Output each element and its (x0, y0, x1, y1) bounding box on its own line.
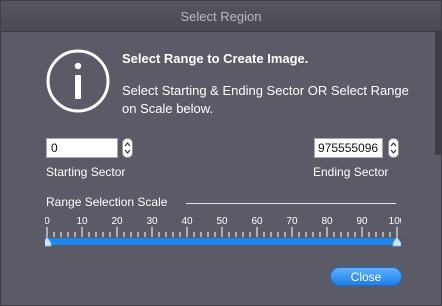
select-region-dialog: Select Region Select Range to Create Ima… (0, 0, 442, 306)
dialog-heading: Select Range to Create Image. (122, 51, 309, 66)
starting-sector-input[interactable]: 0 (46, 138, 118, 158)
close-button[interactable]: Close (330, 267, 402, 286)
ending-sector-label: Ending Sector (313, 165, 389, 179)
scale-tick-label: 20 (111, 216, 123, 227)
scale-divider (186, 203, 396, 204)
ending-sector-stepper[interactable] (388, 138, 399, 158)
starting-sector-stepper[interactable] (122, 138, 133, 158)
window-title: Select Region (180, 9, 262, 24)
scale-tick-label: 90 (356, 216, 368, 227)
scale-tick-label: 30 (146, 216, 158, 227)
scale-tick-label: 60 (251, 216, 263, 227)
scale-tick-label: 0 (45, 216, 50, 227)
dialog-description: Select Starting & Ending Sector OR Selec… (122, 83, 409, 116)
scale-tick-label: 70 (286, 216, 298, 227)
range-selection-scale[interactable]: 0 10 20 30 40 50 60 70 80 90 100 (45, 211, 401, 251)
title-bar: Select Region (1, 1, 441, 32)
scale-tick-label: 40 (181, 216, 193, 227)
scale-tick-label: 50 (216, 216, 228, 227)
stepper-arrows-icon (124, 142, 131, 154)
scale-tick-label: 100 (389, 216, 401, 227)
scale-tick-label: 80 (321, 216, 333, 227)
starting-sector-label: Starting Sector (46, 165, 126, 179)
window-edge (435, 31, 441, 155)
info-icon (46, 49, 110, 113)
stepper-arrows-icon (390, 142, 397, 154)
range-scale-label: Range Selection Scale (46, 195, 168, 209)
scale-selection-bar (47, 238, 397, 245)
scale-tick-label: 10 (76, 216, 88, 227)
ending-sector-input[interactable]: 975555096 (314, 138, 383, 158)
